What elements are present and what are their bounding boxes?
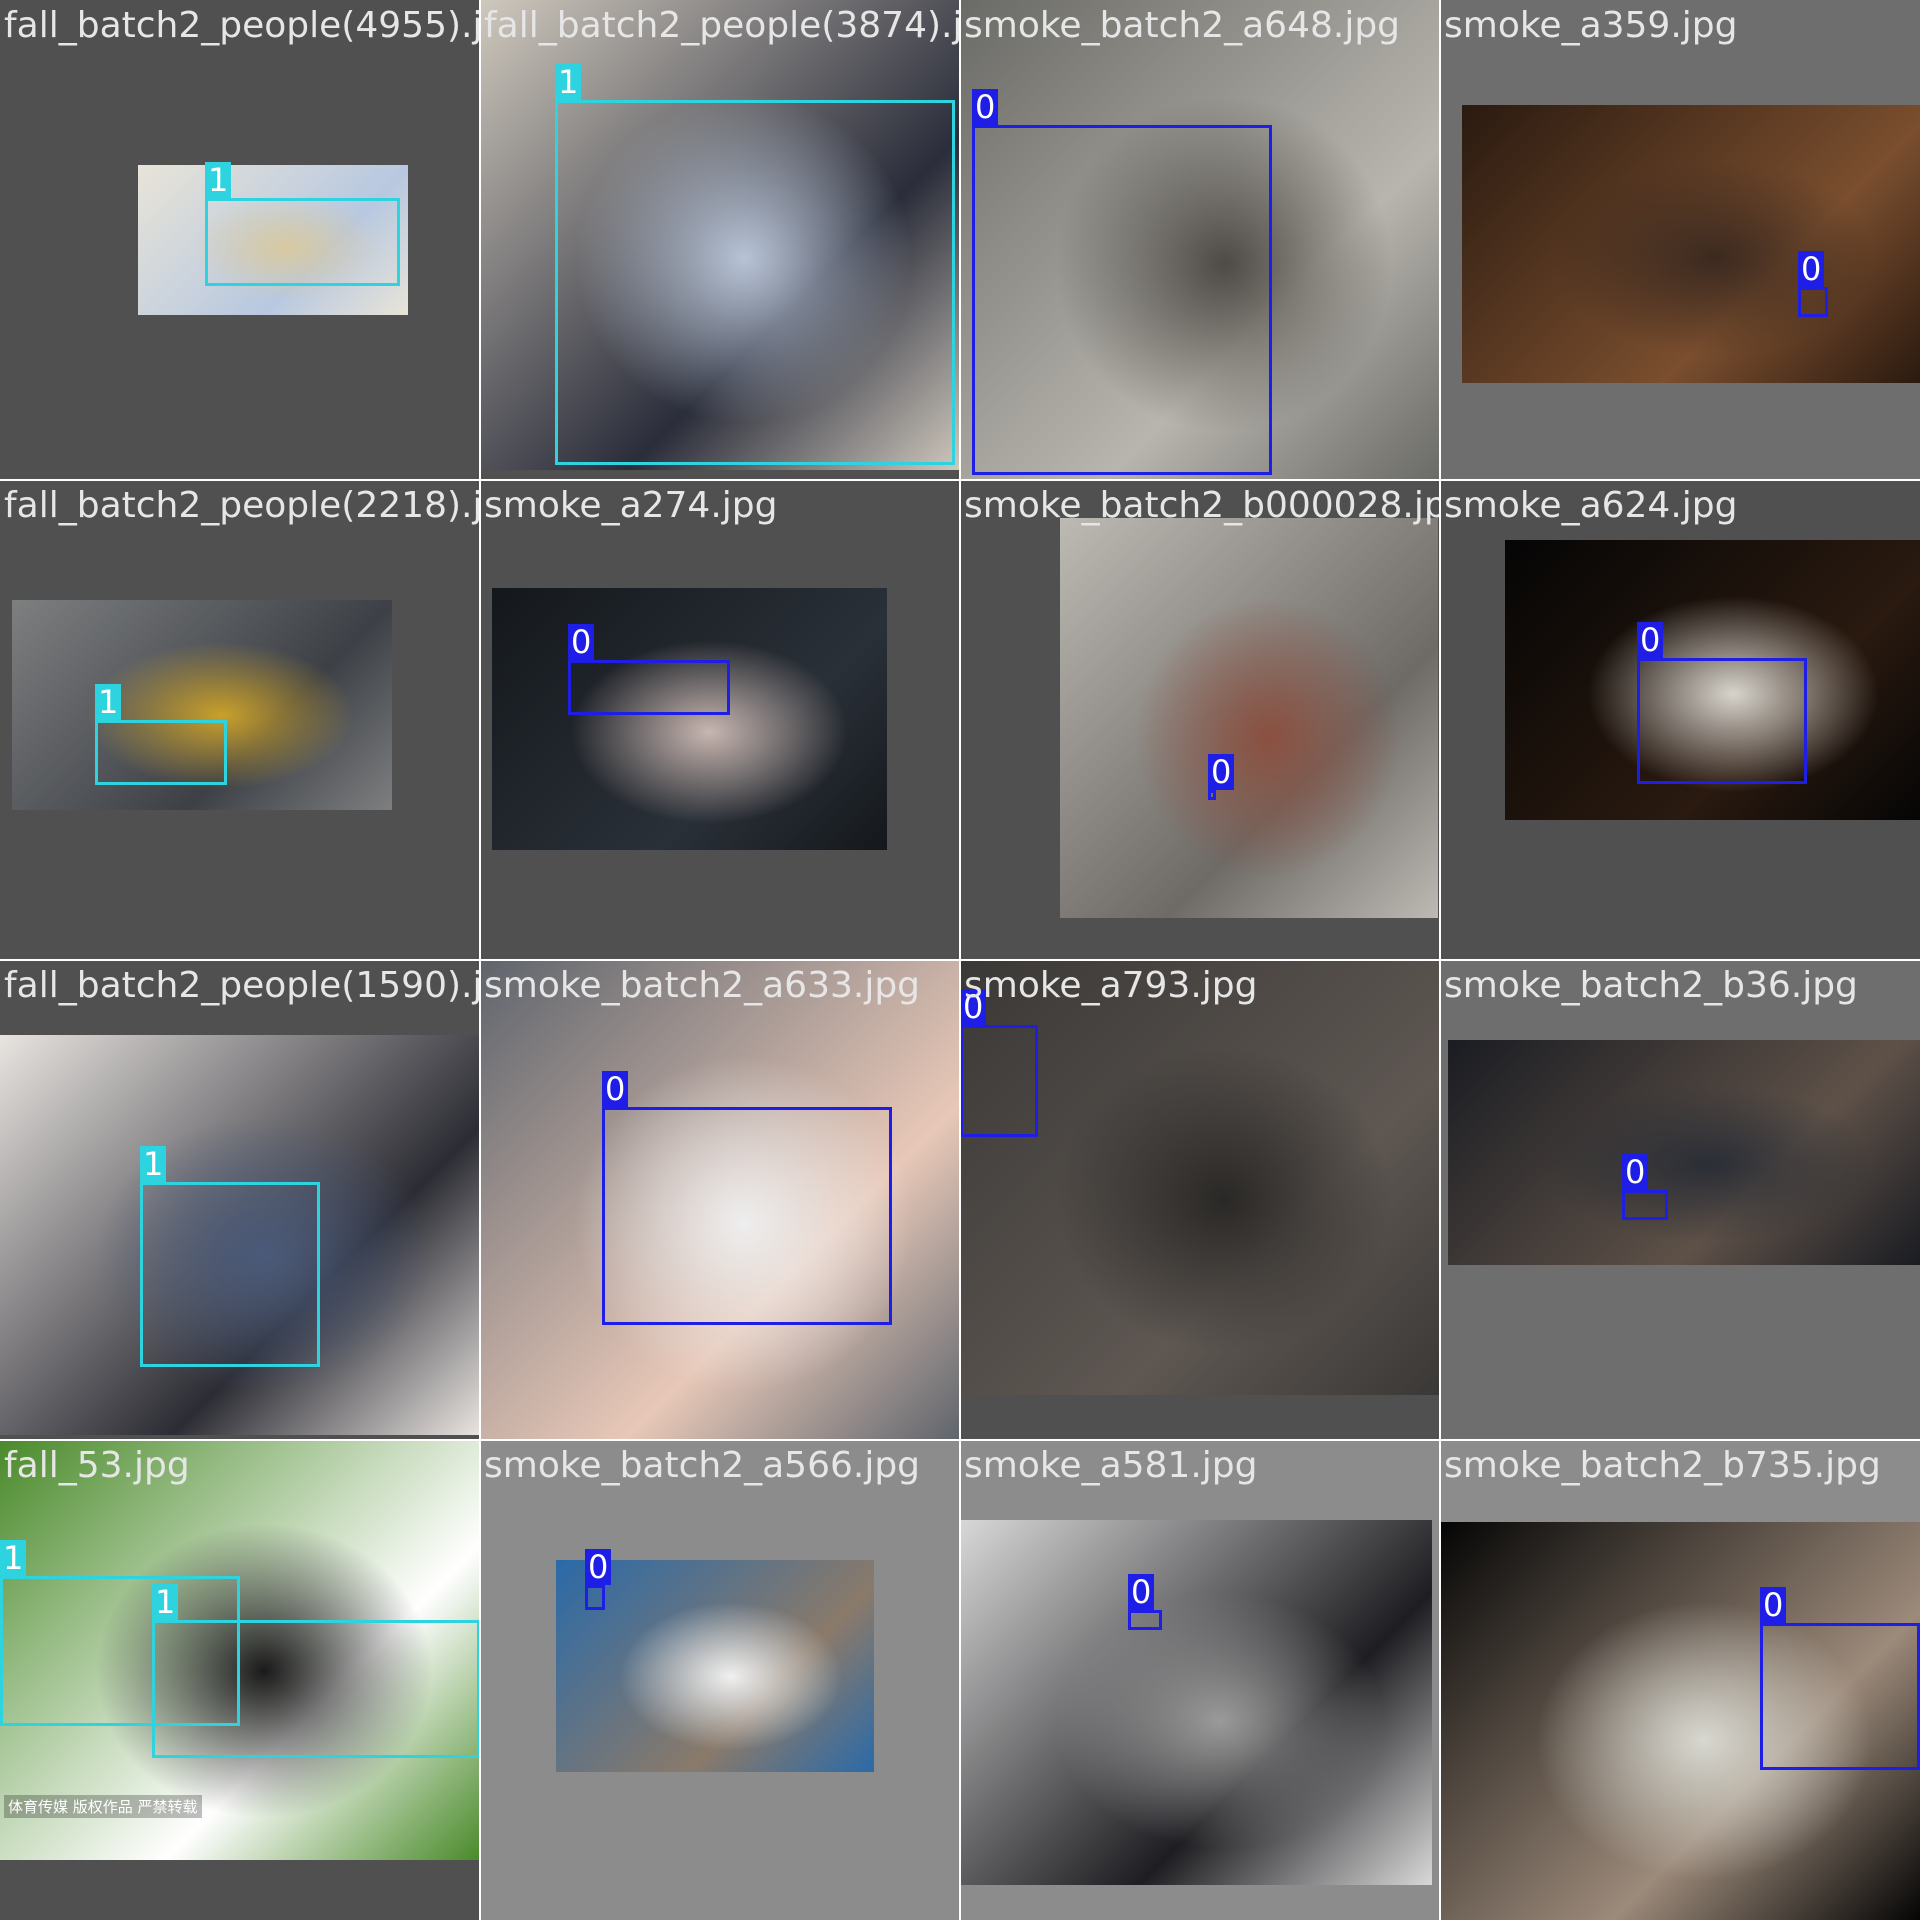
photo-thumbnail [960,1520,1432,1885]
bounding-box [568,660,730,715]
image-mosaic: 1 fall_batch2_people(4955).jpg 1 fall_batch… [0,0,1920,1920]
class-label: 1 [140,1146,167,1182]
bounding-box [1798,287,1828,317]
grid-divider-vertical [1439,0,1441,1920]
class-label: 0 [1798,251,1825,287]
mosaic-tile: 0 smoke_a624.jpg [1440,480,1920,960]
tile-filename: fall_batch2_people(2218).jpg [4,485,480,526]
class-label: 0 [1208,754,1235,790]
class-label: 0 [1622,1154,1649,1190]
class-label: 1 [205,162,232,198]
class-label: 1 [555,64,582,100]
tile-filename: smoke_a624.jpg [1444,485,1738,526]
photo-thumbnail [1060,518,1438,918]
tile-filename: smoke_batch2_b36.jpg [1444,965,1858,1006]
tile-filename: smoke_batch2_a566.jpg [484,1445,921,1486]
class-label: 0 [1128,1574,1155,1610]
class-label: 0 [568,624,595,660]
mosaic-tile: 1 fall_batch2_people(1590).jpg [0,960,480,1440]
mosaic-tile: 1 fall_batch2_people(2218).jpg [0,480,480,960]
tile-filename: fall_53.jpg [4,1445,190,1486]
mosaic-tile: 0 smoke_a581.jpg [960,1440,1440,1920]
tile-filename: fall_batch2_people(3874).jpg [484,5,960,46]
class-label: 1 [0,1540,27,1576]
mosaic-tile: 0 smoke_a793.jpg [960,960,1440,1440]
mosaic-tile: 0 smoke_batch2_b000028.jpg [960,480,1440,960]
tile-filename: smoke_batch2_a633.jpg [484,965,921,1006]
bounding-box [602,1107,892,1325]
photo-thumbnail [1448,1040,1920,1265]
bounding-box [1622,1190,1668,1220]
mosaic-tile: 0 smoke_batch2_a566.jpg [480,1440,960,1920]
tile-filename: smoke_a793.jpg [964,965,1258,1006]
bounding-box [960,1025,1038,1137]
mosaic-tile: 0 smoke_batch2_a648.jpg [960,0,1440,480]
tile-filename: smoke_a359.jpg [1444,5,1738,46]
bounding-box [205,198,400,286]
bounding-box [555,100,955,465]
bounding-box [1637,658,1807,784]
mosaic-tile: 0 smoke_a274.jpg [480,480,960,960]
bounding-box [585,1585,605,1610]
mosaic-tile: 0 smoke_a359.jpg [1440,0,1920,480]
mosaic-tile: 体育传媒 版权作品 严禁转载 1 1 fall_53.jpg [0,1440,480,1920]
photo-thumbnail [1462,105,1920,383]
tile-filename: fall_batch2_people(1590).jpg [4,965,480,1006]
mosaic-tile: 1 fall_batch2_people(3874).jpg [480,0,960,480]
tile-filename: smoke_batch2_b735.jpg [1444,1445,1881,1486]
tile-filename: smoke_batch2_a648.jpg [964,5,1401,46]
bounding-box [1760,1623,1920,1770]
tile-filename: smoke_a581.jpg [964,1445,1258,1486]
tile-filename: fall_batch2_people(4955).jpg [4,5,480,46]
class-label: 0 [585,1549,612,1585]
class-label: 0 [1760,1587,1787,1623]
grid-divider-horizontal [0,959,1920,961]
tile-filename: smoke_a274.jpg [484,485,778,526]
bounding-box [140,1182,320,1367]
bounding-box [95,720,227,785]
bounding-box [1208,790,1216,800]
mosaic-tile: 0 smoke_batch2_b36.jpg [1440,960,1920,1440]
grid-divider-horizontal [0,1439,1920,1441]
mosaic-tile: 1 fall_batch2_people(4955).jpg [0,0,480,480]
class-label: 1 [95,684,122,720]
class-label: 0 [602,1071,629,1107]
class-label: 0 [972,89,999,125]
class-label: 1 [152,1584,179,1620]
class-label: 0 [1637,622,1664,658]
tile-filename: smoke_batch2_b000028.jpg [964,485,1440,526]
mosaic-tile: 0 smoke_batch2_a633.jpg [480,960,960,1440]
photo-thumbnail [492,588,887,850]
watermark-caption: 体育传媒 版权作品 严禁转载 [4,1795,202,1818]
mosaic-tile: 0 smoke_batch2_b735.jpg [1440,1440,1920,1920]
bounding-box [1128,1610,1162,1630]
bounding-box [152,1620,480,1758]
bounding-box [972,125,1272,475]
